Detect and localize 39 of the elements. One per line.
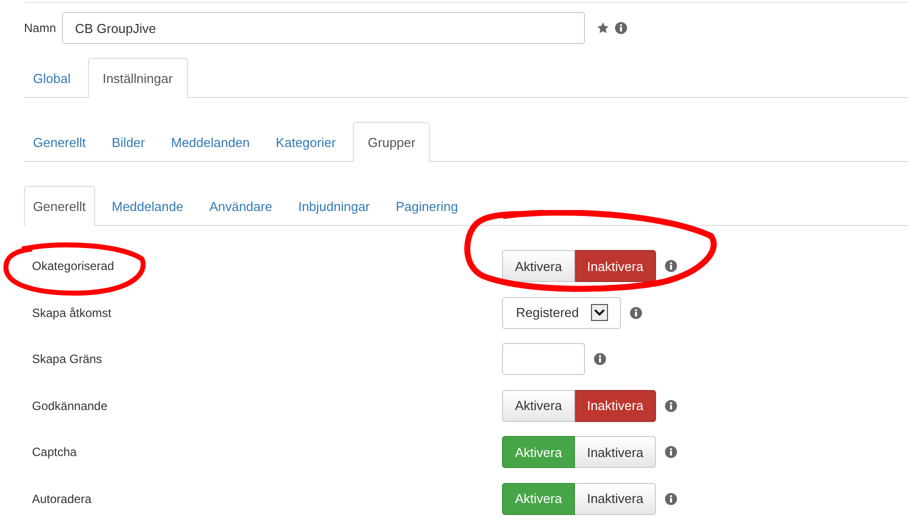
toggle-option[interactable]: Aktivera xyxy=(502,250,575,282)
setting-label: Captcha xyxy=(32,445,77,460)
setting-label: Skapa åtkomst xyxy=(32,306,112,320)
toggle-option[interactable]: Inaktivera xyxy=(574,436,656,468)
limit-field[interactable] xyxy=(502,343,585,376)
info-icon xyxy=(630,306,642,319)
star-icon xyxy=(597,22,610,34)
tab[interactable]: Generellt xyxy=(24,186,95,226)
toggle-option[interactable]: Inaktivera xyxy=(574,482,656,515)
tab[interactable]: Generellt xyxy=(24,122,95,161)
tab[interactable]: Grupper xyxy=(352,122,430,162)
tab[interactable]: Kategorier xyxy=(266,122,345,161)
tab[interactable]: Meddelanden xyxy=(162,122,259,161)
toggle-option[interactable]: Aktivera xyxy=(502,436,575,468)
info-icon xyxy=(665,260,678,272)
setting-label: Autoradera xyxy=(32,492,92,506)
setting-label: Skapa Gräns xyxy=(32,352,102,366)
info-icon xyxy=(615,22,628,34)
tab[interactable]: Paginering xyxy=(386,186,467,225)
toggle-option[interactable]: Aktivera xyxy=(502,482,575,515)
name-field[interactable]: CB GroupJive xyxy=(62,12,586,44)
tab[interactable]: Meddelande xyxy=(102,186,192,225)
info-icon xyxy=(665,400,678,412)
setting-label: Okategoriserad xyxy=(32,259,114,274)
tab[interactable]: Bilder xyxy=(102,122,154,161)
setting-label: Godkännande xyxy=(32,398,108,413)
toggle-option[interactable]: Inaktivera xyxy=(574,250,656,282)
info-icon xyxy=(665,492,678,505)
tab[interactable]: Användare xyxy=(200,186,282,225)
toggle-option[interactable]: Inaktivera xyxy=(574,390,656,422)
info-icon xyxy=(665,446,678,458)
info-icon xyxy=(594,353,606,366)
tab[interactable]: Inställningar xyxy=(88,58,188,98)
toggle-option[interactable]: Aktivera xyxy=(502,390,575,422)
access-dropdown[interactable]: Registered xyxy=(502,296,621,329)
tab[interactable]: Inbjudningar xyxy=(289,186,379,225)
chevron-down-icon xyxy=(590,304,608,322)
field-label: Namn xyxy=(24,21,56,35)
tab[interactable]: Global xyxy=(24,58,80,97)
